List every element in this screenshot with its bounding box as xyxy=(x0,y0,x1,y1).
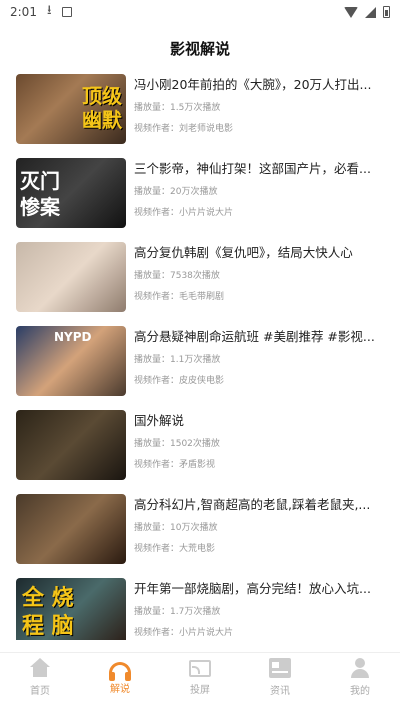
video-views: 播放量：20万次播放 xyxy=(134,187,218,197)
video-item[interactable]: NYPD 高分悬疑神剧命运航班 #美剧推荐 #影视... 播放量：1.1万次播放… xyxy=(0,326,400,410)
video-views: 播放量：7538次播放 xyxy=(134,271,220,281)
thumbnail-caption: 全 烧 程 脑 xyxy=(22,585,74,639)
video-title[interactable]: 开年第一部烧脑剧，高分完结！放心入坑... xyxy=(134,580,384,598)
thumbnail-caption: 顶级 幽默 xyxy=(82,84,122,132)
video-thumbnail[interactable]: 全 烧 程 脑 xyxy=(16,578,126,640)
video-views: 播放量：1502次播放 xyxy=(134,439,220,449)
wifi-icon xyxy=(344,6,358,18)
tab-label: 资讯 xyxy=(270,686,290,697)
cast-icon xyxy=(189,659,211,677)
tab-label: 我的 xyxy=(350,686,370,697)
video-title[interactable]: 高分科幻片,智商超高的老鼠,踩着老鼠夹,... xyxy=(134,496,384,514)
video-views: 播放量：1.5万次播放 xyxy=(134,103,221,113)
video-title[interactable]: 冯小刚20年前拍的《大腕》，20万人打出... xyxy=(134,76,384,94)
video-thumbnail[interactable] xyxy=(16,242,126,312)
tab-label: 投屏 xyxy=(190,684,210,696)
tab-label: 首页 xyxy=(30,686,50,697)
tab-cast[interactable]: 投屏 xyxy=(160,653,240,702)
tab-news[interactable]: 资讯 xyxy=(240,653,320,702)
video-views: 播放量：1.1万次播放 xyxy=(134,355,221,365)
video-thumbnail[interactable]: NYPD xyxy=(16,326,126,396)
video-title[interactable]: 高分悬疑神剧命运航班 #美剧推荐 #影视... xyxy=(134,328,384,346)
bottom-tab-bar: 首页 解说 投屏 资讯 我的 xyxy=(0,652,400,702)
video-list[interactable]: 顶级 幽默 冯小刚20年前拍的《大腕》，20万人打出... 播放量：1.5万次播… xyxy=(0,74,400,640)
video-item[interactable]: 顶级 幽默 冯小刚20年前拍的《大腕》，20万人打出... 播放量：1.5万次播… xyxy=(0,74,400,158)
status-time: 2:01 xyxy=(10,5,37,19)
status-bar: 2:01 ⭳ xyxy=(0,0,400,24)
video-title[interactable]: 三个影帝，神仙打架！这部国产片，必看... xyxy=(134,160,384,178)
video-views: 播放量：1.7万次播放 xyxy=(134,607,221,617)
video-author: 视频作者：小片片说大片 xyxy=(134,628,234,638)
thumbnail-caption: 灭门 惨案 xyxy=(20,169,60,219)
video-author: 视频作者：皮皮侠电影 xyxy=(134,376,225,386)
video-thumbnail[interactable]: 灭门 惨案 xyxy=(16,158,126,228)
video-item[interactable]: 国外解说 播放量：1502次播放 视频作者：矛盾影视 xyxy=(0,410,400,494)
video-author: 视频作者：小片片说大片 xyxy=(134,208,234,218)
video-item[interactable]: 全 烧 程 脑 开年第一部烧脑剧，高分完结！放心入坑... 播放量：1.7万次播… xyxy=(0,578,400,640)
tab-commentary[interactable]: 解说 xyxy=(80,653,160,702)
headphone-icon xyxy=(109,662,131,681)
video-author: 视频作者：毛毛带刷剧 xyxy=(134,292,225,302)
video-title[interactable]: 高分复仇韩剧《复仇吧》，结局大快人心 xyxy=(134,244,384,262)
thumbnail-caption: NYPD xyxy=(54,330,92,344)
video-item[interactable]: 高分复仇韩剧《复仇吧》，结局大快人心 播放量：7538次播放 视频作者：毛毛带刷… xyxy=(0,242,400,326)
notification-icon xyxy=(61,7,72,17)
news-icon xyxy=(269,658,291,678)
video-item[interactable]: 灭门 惨案 三个影帝，神仙打架！这部国产片，必看... 播放量：20万次播放 视… xyxy=(0,158,400,242)
signal-icon xyxy=(365,6,376,18)
tab-label: 解说 xyxy=(110,684,130,695)
tab-home[interactable]: 首页 xyxy=(0,653,80,702)
video-author: 视频作者：矛盾影视 xyxy=(134,460,216,470)
page-title: 影视解说 xyxy=(169,39,230,58)
video-thumbnail[interactable]: 顶级 幽默 xyxy=(16,74,126,144)
video-item[interactable]: 高分科幻片,智商超高的老鼠,踩着老鼠夹,... 播放量：10万次播放 视频作者：… xyxy=(0,494,400,578)
video-author: 视频作者：刘老师说电影 xyxy=(134,124,234,134)
page-header: 影视解说 xyxy=(0,24,400,72)
download-icon: ⭳ xyxy=(46,3,52,18)
battery-icon xyxy=(383,6,390,18)
tab-profile[interactable]: 我的 xyxy=(320,653,400,702)
user-icon xyxy=(349,658,371,678)
video-thumbnail[interactable] xyxy=(16,410,126,480)
video-views: 播放量：10万次播放 xyxy=(134,523,218,533)
video-thumbnail[interactable] xyxy=(16,494,126,564)
video-author: 视频作者：大荒电影 xyxy=(134,544,216,554)
video-title[interactable]: 国外解说 xyxy=(134,412,384,430)
home-icon xyxy=(29,658,51,678)
